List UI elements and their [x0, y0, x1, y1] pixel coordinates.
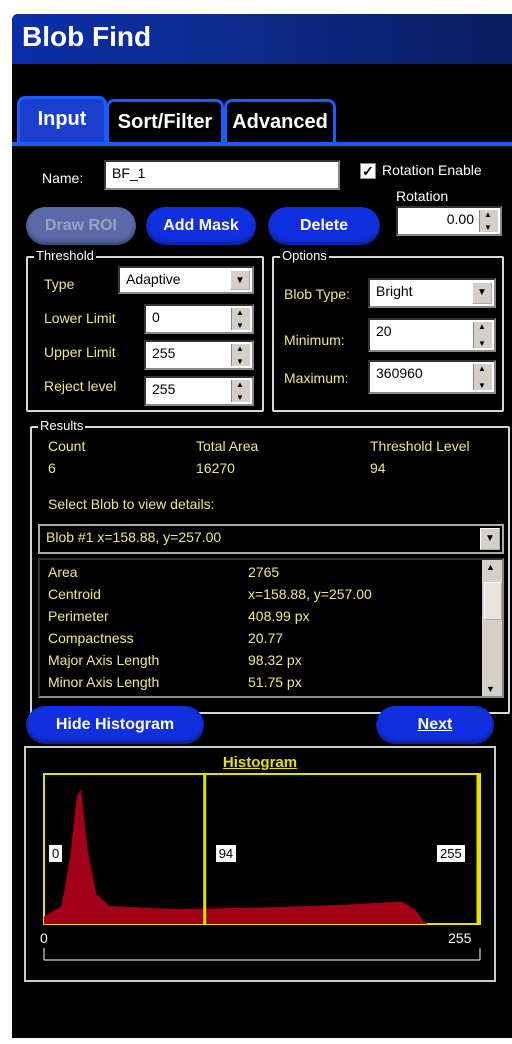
detail-key: Centroid	[48, 586, 101, 602]
blob-select-value: Blob #1 x=158.88, y=257.00	[46, 529, 222, 545]
lower-limit-label: Lower Limit	[44, 310, 116, 326]
rotation-enable-label: Rotation Enable	[382, 162, 482, 178]
detail-value: 408.99 px	[248, 608, 310, 624]
name-input[interactable]: BF_1	[104, 160, 340, 190]
count-label: Count	[48, 438, 86, 454]
detail-value: x=158.88, y=257.00	[248, 586, 372, 602]
rotation-value: 0.00	[446, 211, 474, 227]
list-item: Perimeter 408.99 px	[48, 608, 310, 624]
select-blob-label: Select Blob to view details:	[48, 496, 215, 512]
histogram-panel: Histogram 0 94 255 0 255	[24, 746, 496, 982]
tab-sort-filter-label: Sort/Filter	[117, 111, 213, 133]
reject-level-input[interactable]: 255	[144, 376, 254, 406]
threshold-marker-label: 94	[214, 844, 238, 863]
blob-select[interactable]: Blob #1 x=158.88, y=257.00 ▼	[38, 524, 504, 554]
detail-key: Compactness	[48, 630, 134, 646]
total-area-value: 16270	[196, 460, 235, 476]
tab-advanced[interactable]: Advanced	[224, 99, 336, 145]
threshold-type-label: Type	[44, 276, 75, 292]
next-button[interactable]: Next	[376, 706, 494, 744]
tab-underline	[12, 142, 512, 146]
tab-advanced-label: Advanced	[232, 111, 328, 133]
chevron-down-icon[interactable]: ▼	[472, 282, 492, 304]
tab-input-label: Input	[37, 108, 87, 130]
list-item: Area 2765	[48, 564, 279, 580]
detail-value: 2765	[248, 564, 280, 580]
upper-limit-value: 255	[152, 345, 176, 361]
threshold-type-value: Adaptive	[126, 271, 181, 287]
list-item: Compactness 20.77	[48, 630, 283, 646]
list-item: Centroid x=158.88, y=257.00	[48, 586, 372, 602]
list-item: Minor Axis Length 51.75 px	[48, 674, 302, 690]
hide-histogram-button[interactable]: Hide Histogram	[26, 706, 204, 744]
threshold-type-select[interactable]: Adaptive ▼	[118, 266, 254, 294]
axis-max-label: 255	[448, 930, 472, 946]
axis-min-label: 0	[40, 930, 48, 946]
detail-key: Area	[48, 564, 78, 580]
histogram-chart	[43, 773, 481, 961]
chevron-down-icon[interactable]: ▼	[480, 528, 500, 550]
threshold-level-label: Threshold Level	[370, 438, 470, 454]
threshold-level-value: 94	[370, 460, 386, 476]
blob-type-label: Blob Type:	[284, 286, 350, 302]
name-label: Name:	[42, 170, 84, 186]
tab-sort-filter[interactable]: Sort/Filter	[106, 99, 224, 145]
detail-value: 20.77	[248, 630, 284, 646]
reject-level-label: Reject level	[44, 378, 117, 394]
lower-marker-label: 0	[48, 844, 64, 863]
reject-level-spinner[interactable]	[231, 380, 250, 402]
count-value: 6	[48, 460, 56, 476]
detail-value: 98.32 px	[248, 652, 302, 668]
blob-type-value: Bright	[376, 283, 413, 299]
upper-limit-label: Upper Limit	[44, 344, 116, 360]
window-title: Blob Find	[22, 21, 152, 52]
reject-level-value: 255	[152, 381, 176, 397]
blob-details-list[interactable]: Area 2765 Centroid x=158.88, y=257.00 Peri…	[38, 558, 504, 698]
upper-limit-spinner[interactable]	[231, 344, 250, 366]
total-area-label: Total Area	[196, 438, 259, 454]
details-scrollbar[interactable]: ▲ ▼	[482, 560, 502, 696]
chevron-down-icon[interactable]: ▼	[230, 270, 250, 290]
lower-limit-input[interactable]: 0	[144, 304, 254, 334]
lower-limit-value: 0	[152, 309, 160, 325]
threshold-group-title: Threshold	[34, 248, 96, 263]
scroll-up-icon[interactable]: ▲	[486, 562, 495, 572]
rotation-label: Rotation	[396, 188, 449, 204]
add-mask-button[interactable]: Add Mask	[146, 207, 256, 245]
blob-type-select[interactable]: Bright ▼	[368, 278, 496, 308]
minimum-spinner[interactable]	[473, 322, 492, 348]
maximum-spinner[interactable]	[473, 364, 492, 390]
options-group-title: Options	[280, 248, 329, 263]
delete-button[interactable]: Delete	[268, 207, 380, 245]
minimum-label: Minimum:	[284, 332, 345, 348]
maximum-value: 360960	[376, 365, 423, 381]
histogram-plot-area	[43, 773, 481, 925]
detail-key: Minor Axis Length	[48, 674, 160, 690]
minimum-input[interactable]: 20	[368, 318, 496, 352]
title-bar: Blob Find	[12, 14, 512, 64]
maximum-input[interactable]: 360960	[368, 360, 496, 394]
minimum-value: 20	[376, 323, 392, 339]
scroll-thumb[interactable]	[484, 582, 502, 620]
upper-marker-label: 255	[436, 844, 466, 863]
blob-find-panel: Blob Find Input Sort/Filter Advanced Nam…	[12, 14, 512, 1038]
lower-limit-spinner[interactable]	[231, 308, 250, 330]
upper-limit-input[interactable]: 255	[144, 340, 254, 370]
list-item: Major Axis Length 98.32 px	[48, 652, 302, 668]
results-group-title: Results	[38, 418, 86, 433]
draw-roi-button[interactable]: Draw ROI	[26, 207, 136, 245]
detail-value: 51.75 px	[248, 674, 302, 690]
maximum-label: Maximum:	[284, 370, 349, 386]
detail-key: Major Axis Length	[48, 652, 160, 668]
scroll-down-icon[interactable]: ▼	[486, 684, 495, 694]
rotation-spinner[interactable]	[479, 210, 498, 232]
tab-input[interactable]: Input	[17, 96, 107, 146]
rotation-input[interactable]: 0.00	[396, 206, 502, 236]
detail-key: Perimeter	[48, 608, 109, 624]
rotation-enable-checkbox[interactable]: ✓	[360, 163, 376, 179]
